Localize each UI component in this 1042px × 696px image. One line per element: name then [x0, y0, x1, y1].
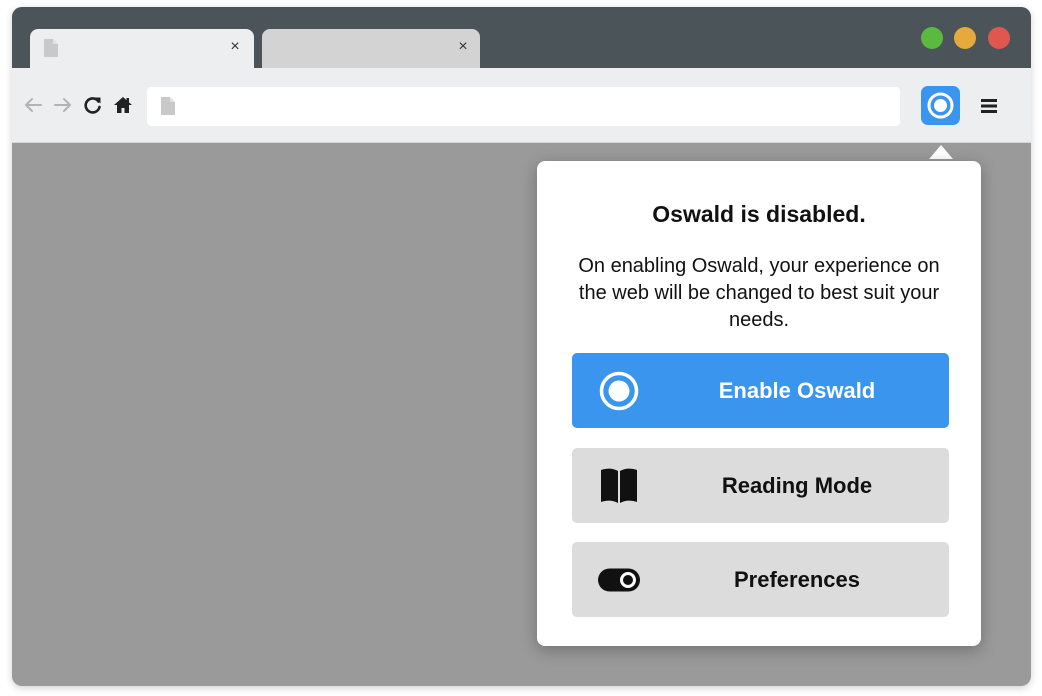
enable-oswald-label: Enable Oswald [718, 378, 876, 403]
tab-active[interactable]: × [30, 29, 254, 68]
arrow-right-icon[interactable] [52, 94, 74, 116]
tab-close-button[interactable]: × [454, 38, 472, 56]
address-bar[interactable] [147, 87, 900, 128]
address-input[interactable] [187, 87, 891, 128]
oswald-icon [927, 92, 954, 119]
traffic-light-yellow[interactable] [954, 27, 976, 49]
popup-title: Oswald is disabled. [652, 201, 866, 227]
preferences-button[interactable]: Preferences [572, 542, 949, 617]
hamburger-menu-icon[interactable] [977, 94, 1001, 118]
popup-description: On enabling Oswald, your experience on t… [578, 255, 940, 331]
document-icon [161, 97, 175, 115]
tab-inactive[interactable]: × [262, 29, 480, 68]
popup-pointer [929, 145, 953, 159]
enable-oswald-button[interactable]: Enable Oswald [572, 353, 949, 428]
tab-close-button[interactable]: × [226, 38, 244, 56]
toolbar [12, 68, 1031, 143]
title-bar: × × [12, 7, 1031, 68]
oswald-popup: Oswald is disabled. On enabling Oswald, … [537, 161, 981, 646]
oswald-ring-icon [599, 371, 639, 411]
reload-icon[interactable] [82, 94, 104, 116]
home-icon[interactable] [112, 94, 134, 116]
reading-mode-label: Reading Mode [721, 473, 873, 498]
book-icon [601, 468, 637, 503]
oswald-extension-button[interactable] [921, 86, 960, 125]
arrow-left-icon[interactable] [22, 94, 44, 116]
preferences-label: Preferences [734, 567, 860, 592]
traffic-light-green[interactable] [921, 27, 943, 49]
document-icon [44, 39, 58, 57]
toggle-icon [598, 568, 640, 592]
reading-mode-button[interactable]: Reading Mode [572, 448, 949, 523]
browser-window: × × Oswald is disabled. On enabling Oswa… [12, 7, 1031, 686]
traffic-light-red[interactable] [988, 27, 1010, 49]
